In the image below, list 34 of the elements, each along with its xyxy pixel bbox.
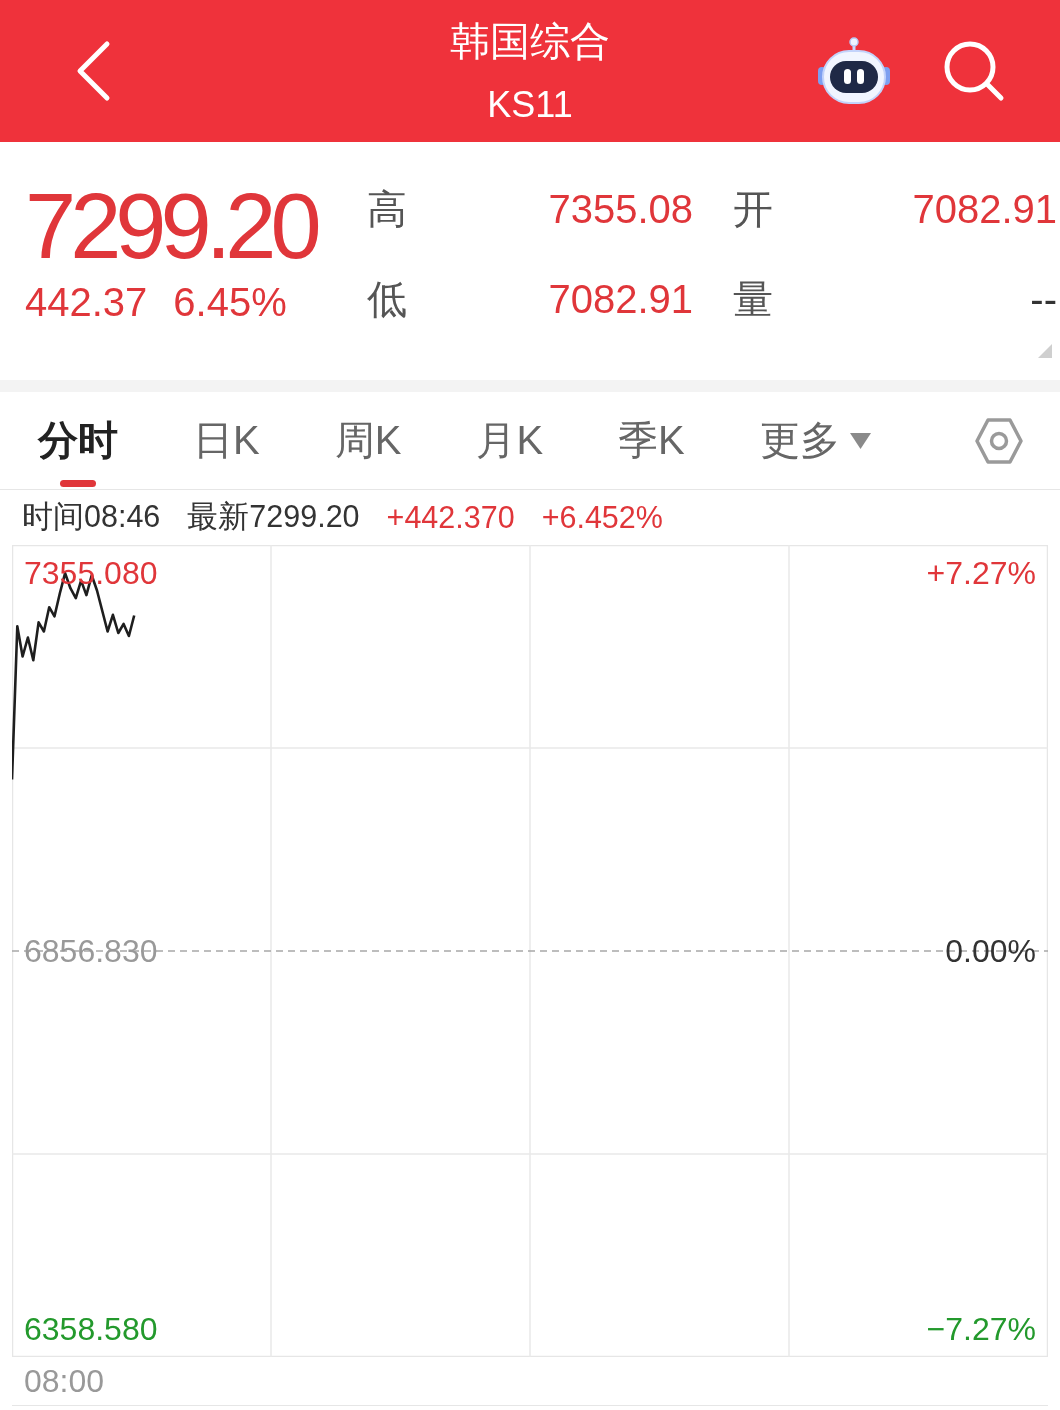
- search-icon[interactable]: [943, 40, 1005, 102]
- latest-price-readout: 最新7299.20: [187, 498, 360, 535]
- chart-tab[interactable]: 周K: [334, 392, 402, 489]
- stat-label: 低: [367, 275, 408, 323]
- stat-value: 7082.91: [911, 186, 1057, 232]
- price-axis-label: 6358.580: [24, 1311, 158, 1347]
- percent-change-readout: +6.452%: [541, 500, 663, 535]
- chart-tab[interactable]: 月K: [476, 392, 544, 489]
- time-axis-label: 08:00: [24, 1363, 105, 1399]
- caret-icon: [849, 432, 871, 449]
- percent-axis-label: −7.27%: [926, 1311, 1036, 1347]
- percent-axis-label: +7.27%: [926, 555, 1036, 591]
- last-price: 7299.20: [25, 178, 318, 274]
- price-axis-label: 7355.080: [24, 555, 158, 591]
- change-readout: +442.370: [386, 500, 515, 535]
- percent-axis-label: 0.00%: [945, 933, 1036, 969]
- stat-value: 7082.91: [547, 276, 693, 322]
- ticker-code: KS11: [487, 85, 573, 125]
- chart-tab[interactable]: 季K: [618, 392, 685, 489]
- robot-icon[interactable]: [817, 37, 891, 105]
- settings-icon[interactable]: [975, 416, 1023, 465]
- price-axis-label: 6856.830: [24, 933, 158, 969]
- stat-label: 高: [367, 185, 408, 233]
- more-menu-tab[interactable]: 更多: [759, 392, 871, 489]
- stat-value: 7355.08: [547, 186, 693, 232]
- time-readout: 时间08:46: [22, 498, 161, 535]
- stat-value: --: [1029, 276, 1057, 322]
- chart-tab[interactable]: 日K: [193, 392, 260, 489]
- percent-change: 6.45%: [173, 280, 287, 324]
- page-title: 韩国综合: [450, 18, 610, 65]
- price-change: 442.37: [25, 280, 148, 324]
- chart-tab[interactable]: 分时: [38, 392, 118, 489]
- stat-label: 开: [733, 185, 774, 233]
- stat-label: 量: [733, 275, 774, 323]
